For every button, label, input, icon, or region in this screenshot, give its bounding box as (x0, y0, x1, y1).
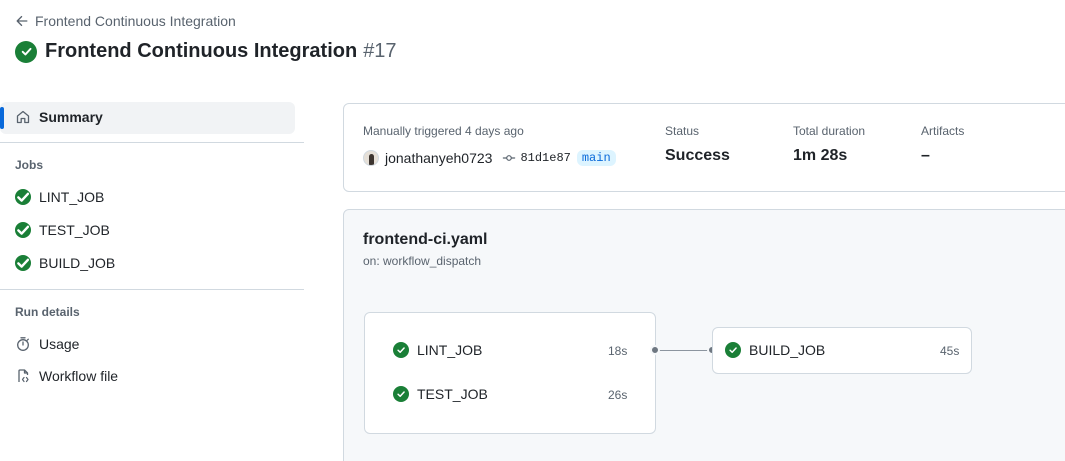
sidebar-item-workflow-file[interactable]: Workflow file (15, 368, 118, 384)
artifacts-value: – (921, 147, 930, 164)
page-title: Frontend Continuous Integration #17 (15, 40, 397, 63)
sidebar-item-label: TEST_JOB (39, 222, 110, 238)
job-label: TEST_JOB (417, 386, 488, 402)
workflow-trigger: on: workflow_dispatch (363, 254, 482, 268)
job-duration: 45s (940, 344, 960, 358)
actor-username[interactable]: jonathanyeh0723 (385, 150, 492, 166)
back-link[interactable]: Frontend Continuous Integration (15, 13, 236, 29)
jobs-heading: Jobs (15, 158, 44, 172)
graph-job-test[interactable]: TEST_JOB (393, 386, 488, 402)
active-indicator (0, 107, 4, 129)
sidebar-item-build-job[interactable]: BUILD_JOB (15, 255, 115, 271)
branch-badge[interactable]: main (576, 150, 616, 166)
duration-label: Total duration (793, 124, 866, 138)
commit-link[interactable]: 81d1e87 (502, 151, 571, 165)
status-label: Status (665, 124, 700, 138)
job-label: LINT_JOB (417, 342, 483, 358)
home-icon (16, 110, 30, 124)
avatar[interactable] (363, 150, 379, 166)
graph-job-build[interactable]: BUILD_JOB (725, 342, 825, 358)
success-check-icon (15, 255, 31, 271)
back-link-label[interactable]: Frontend Continuous Integration (35, 13, 236, 29)
connector-dot-start (650, 345, 660, 355)
sidebar-item-label: LINT_JOB (39, 189, 105, 205)
sidebar-item-label: Summary (39, 109, 103, 125)
workflow-title: Frontend Continuous Integration (45, 40, 358, 62)
sidebar-item-label: Usage (39, 336, 80, 352)
sidebar-item-label: BUILD_JOB (39, 255, 116, 271)
success-check-icon (15, 40, 37, 63)
sidebar-item-summary[interactable]: Summary (15, 109, 103, 125)
status-value: Success (665, 147, 730, 164)
graph-connector (659, 350, 712, 351)
workflow-file-name[interactable]: frontend-ci.yaml (363, 231, 487, 249)
graph-job-lint[interactable]: LINT_JOB (393, 342, 482, 358)
workflow-file-icon (18, 369, 29, 383)
sidebar-item-test-job[interactable]: TEST_JOB (15, 222, 110, 238)
duration-value: 1m 28s (793, 147, 848, 164)
job-group (364, 312, 656, 434)
commit-sha[interactable]: 81d1e87 (520, 151, 570, 165)
trigger-text: Manually triggered 4 days ago (363, 124, 524, 138)
stopwatch-icon (17, 337, 29, 351)
sidebar-item-usage[interactable]: Usage (15, 336, 79, 352)
success-check-icon (15, 189, 31, 205)
success-check-icon (15, 222, 31, 238)
job-duration: 26s (608, 388, 628, 402)
job-label: BUILD_JOB (749, 342, 826, 358)
arrow-left-icon (16, 15, 28, 27)
run-number: #17 (363, 40, 397, 62)
sidebar-item-lint-job[interactable]: LINT_JOB (15, 189, 104, 205)
success-check-icon (725, 342, 741, 358)
artifacts-label: Artifacts (921, 124, 965, 138)
sidebar-item-label: Workflow file (39, 368, 119, 384)
trigger-details: jonathanyeh0723 81d1e87 main (363, 150, 616, 166)
success-check-icon (393, 386, 409, 402)
git-commit-icon (503, 155, 516, 161)
divider (0, 142, 304, 143)
success-check-icon (393, 342, 409, 358)
divider (0, 289, 304, 290)
job-duration: 18s (608, 344, 628, 358)
run-details-heading: Run details (15, 305, 80, 319)
